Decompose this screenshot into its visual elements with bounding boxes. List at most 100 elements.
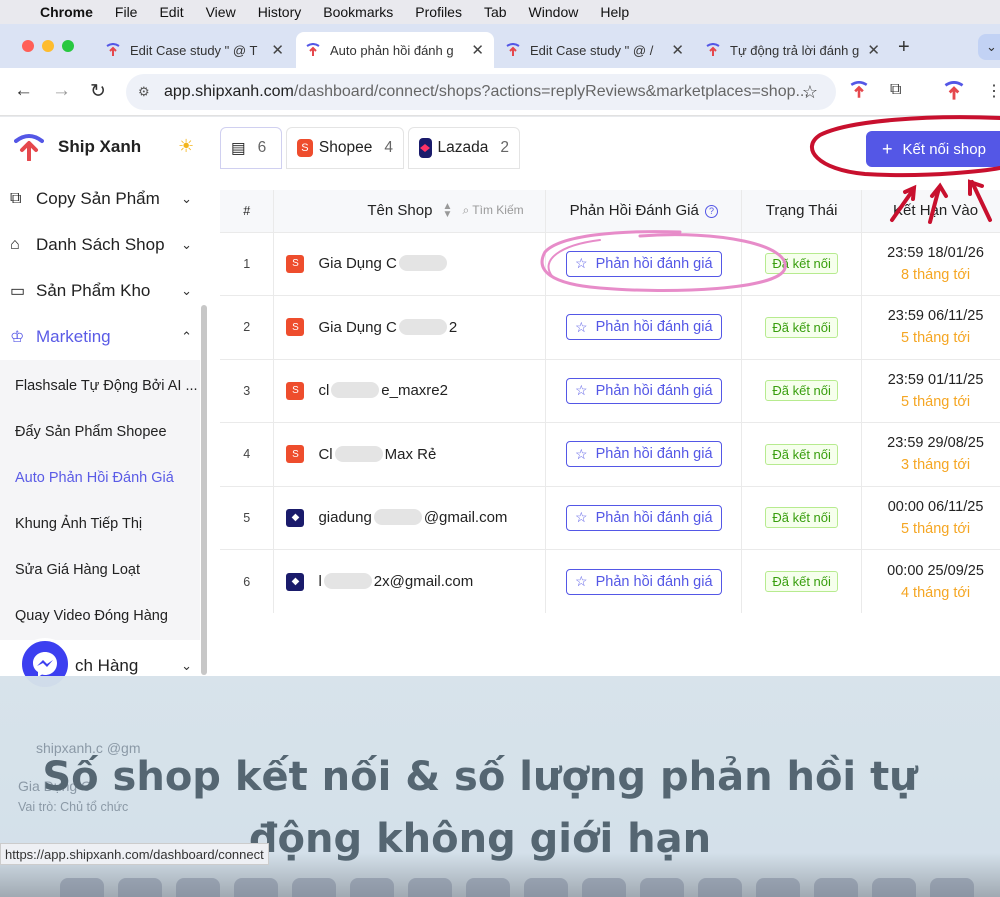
menu-window[interactable]: Window — [529, 4, 579, 20]
expiry-relative: 4 tháng tới — [900, 584, 971, 601]
menu-edit[interactable]: Edit — [159, 4, 183, 20]
redacted-blur — [398, 255, 447, 272]
tab-search-chevron-icon[interactable]: ⌄ — [978, 34, 1000, 60]
review-reply-button[interactable]: ☆ Phản hồi đánh giá — [566, 377, 722, 404]
site-info-icon[interactable]: ⚙ — [138, 84, 156, 100]
browser-tab-2-active[interactable]: Auto phản hồi đánh g ✕ — [296, 32, 494, 68]
new-tab-plus-icon[interactable]: + — [898, 36, 910, 59]
menu-profiles[interactable]: Profiles — [415, 4, 462, 20]
review-reply-button[interactable]: ☆ Phản hồi đánh giá — [566, 314, 722, 341]
row-index: 1 — [220, 231, 275, 296]
help-question-icon[interactable]: ? — [705, 205, 718, 219]
shop-name-start: cl — [318, 382, 330, 400]
dock-app-icon[interactable] — [118, 878, 162, 897]
shop-name[interactable]: cl e_maxre2 — [318, 382, 448, 399]
shop-name[interactable]: Cl Max Rẻ — [318, 445, 436, 463]
menu-app-name[interactable]: Chrome — [40, 4, 93, 20]
crown-icon: ♔ — [10, 329, 25, 346]
close-window-button[interactable] — [22, 40, 34, 52]
theme-toggle-sun-icon[interactable]: ☀ — [178, 136, 194, 157]
review-reply-label: Phản hồi đánh giá — [595, 382, 713, 399]
tab-all-shops[interactable]: ▤ 6 — [220, 127, 282, 169]
back-arrow-icon[interactable]: ← — [14, 80, 33, 102]
dock-app-icon[interactable] — [292, 878, 336, 897]
submenu-flashsale[interactable]: Flashsale Tự Động Bởi AI ... — [15, 378, 198, 394]
dock-app-icon[interactable] — [60, 878, 104, 897]
submenu-push-products[interactable]: Đẩy Sản Phẩm Shopee — [15, 424, 167, 440]
banner-line-1: Số shop kết nối & số lượng phản hồi tự — [42, 754, 918, 800]
messenger-icon — [33, 652, 57, 677]
sidebar-item-copy-products[interactable]: ⧉ Copy Sản Phẩm ⌄ — [10, 189, 196, 209]
menu-bookmarks[interactable]: Bookmarks — [323, 4, 393, 20]
browser-tab-3[interactable]: Edit Case study " @ / ✕ — [496, 32, 694, 68]
search-input[interactable]: ⌕ Tìm Kiếm — [462, 203, 523, 218]
reload-icon[interactable]: ↻ — [90, 80, 106, 103]
sidebar-item-next[interactable]: ch Hàng ⌄ — [75, 656, 196, 676]
brand-logo[interactable]: Ship Xanh — [14, 133, 141, 161]
chrome-menu-kebab-icon[interactable]: ⋮ — [986, 81, 1000, 101]
address-bar[interactable]: ⚙ app.shipxanh.com/dashboard/connect/sho… — [126, 74, 836, 110]
extensions-puzzle-icon[interactable]: ⧉ — [890, 81, 901, 99]
shipxanh-extension-icon[interactable] — [850, 81, 868, 99]
profile-shipxanh-icon[interactable] — [944, 81, 964, 101]
forward-arrow-icon[interactable]: → — [52, 80, 71, 102]
close-tab-icon[interactable]: ✕ — [867, 41, 880, 59]
close-tab-icon[interactable]: ✕ — [471, 41, 484, 59]
sort-icon[interactable]: ▲ ▼ — [442, 202, 452, 220]
dock-app-icon[interactable] — [698, 878, 742, 897]
shipxanh-favicon-icon — [506, 43, 520, 56]
menu-view[interactable]: View — [206, 4, 236, 20]
close-tab-icon[interactable]: ✕ — [271, 41, 284, 59]
star-icon: ☆ — [575, 573, 588, 589]
submenu-marketing-frames[interactable]: Khung Ảnh Tiếp Thị — [15, 516, 142, 532]
dock-app-icon[interactable] — [350, 878, 394, 897]
menu-tab[interactable]: Tab — [484, 4, 507, 20]
sidebar-scrollbar[interactable] — [201, 305, 207, 675]
shop-name[interactable]: Gia Dụng C — [318, 255, 448, 272]
shop-name[interactable]: giadung @gmail.com — [318, 509, 507, 526]
sidebar-item-warehouse[interactable]: ▭ Sản Phẩm Kho ⌄ — [10, 281, 196, 301]
expiry-relative: 5 tháng tới — [900, 393, 971, 410]
shop-name[interactable]: Gia Dụng C 2 — [318, 318, 457, 336]
submenu-auto-review-reply[interactable]: Auto Phản Hồi Đánh Giá — [15, 470, 174, 486]
tab-title: Edit Case study " @ / — [530, 42, 654, 58]
dock-app-icon[interactable] — [814, 878, 858, 897]
connect-shop-button[interactable]: + Kết nối shop — [866, 131, 1000, 167]
minimize-window-button[interactable] — [42, 40, 54, 52]
header-shop-label: Tên Shop — [367, 202, 433, 220]
dock-app-icon[interactable] — [408, 878, 452, 897]
tab-shopee[interactable]: S Shopee 4 — [286, 127, 404, 169]
close-tab-icon[interactable]: ✕ — [671, 41, 684, 59]
dock-app-icon[interactable] — [756, 878, 800, 897]
dock-app-icon[interactable] — [930, 878, 974, 897]
redacted-blur — [331, 382, 380, 399]
bookmark-star-icon[interactable]: ☆ — [802, 82, 818, 103]
review-reply-button[interactable]: ☆ Phản hồi đánh giá — [566, 504, 722, 531]
dock-app-icon[interactable] — [524, 878, 568, 897]
browser-tab-1[interactable]: Edit Case study " @ T ✕ — [96, 32, 294, 68]
menu-file[interactable]: File — [115, 4, 138, 20]
expiry-date: 23:59 29/08/25 — [887, 435, 984, 452]
sidebar-item-marketing[interactable]: ♔ Marketing ⌃ — [10, 327, 196, 347]
menu-help[interactable]: Help — [600, 4, 629, 20]
review-reply-button[interactable]: ☆ Phản hồi đánh giá — [566, 250, 722, 277]
review-reply-button[interactable]: ☆ Phản hồi đánh giá — [566, 568, 722, 595]
menu-history[interactable]: History — [258, 4, 302, 20]
review-reply-button[interactable]: ☆ Phản hồi đánh giá — [566, 441, 722, 468]
zoom-window-button[interactable] — [62, 40, 74, 52]
sidebar-item-shop-list[interactable]: ⌂ Danh Sách Shop ⌄ — [10, 235, 196, 255]
browser-tab-4[interactable]: Tự động trả lời đánh g ✕ — [696, 32, 890, 68]
chevron-down-icon: ⌄ — [181, 237, 192, 252]
submenu-packing-video[interactable]: Quay Video Đóng Hàng — [15, 608, 168, 624]
submenu-bulk-price-edit[interactable]: Sửa Giá Hàng Loạt — [15, 562, 140, 578]
dock-app-icon[interactable] — [872, 878, 916, 897]
dock-app-icon[interactable] — [640, 878, 684, 897]
dock-app-icon[interactable] — [582, 878, 626, 897]
tab-lazada[interactable]: Lazada 2 — [408, 127, 520, 169]
header-shop-name: Tên Shop ▲ ▼ ⌕ Tìm Kiếm — [273, 190, 547, 232]
shop-name[interactable]: l 2x@gmail.com — [318, 573, 473, 590]
dock-app-icon[interactable] — [176, 878, 220, 897]
status-cell: Đã kết nối — [741, 485, 863, 550]
dock-app-icon[interactable] — [466, 878, 510, 897]
dock-app-icon[interactable] — [234, 878, 278, 897]
